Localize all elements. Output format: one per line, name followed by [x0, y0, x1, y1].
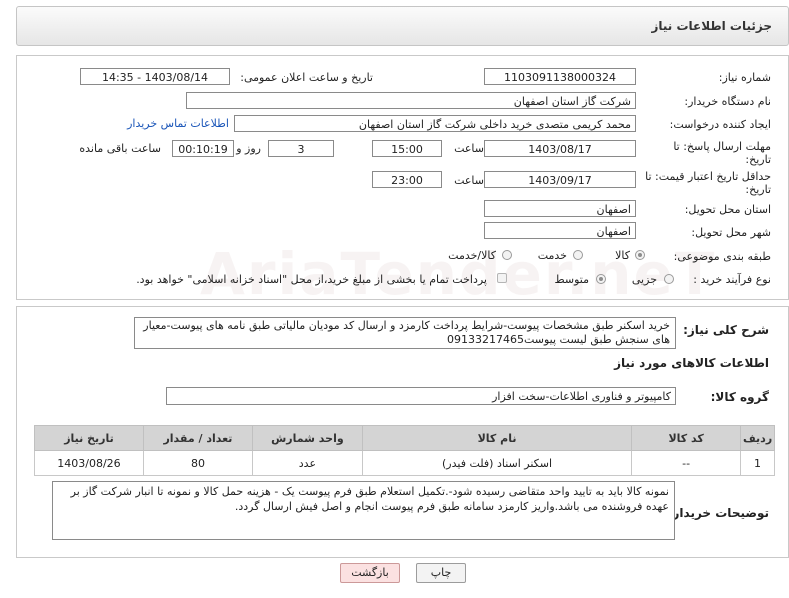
- announce-datetime-field: 1403/08/14 - 14:35: [80, 68, 230, 85]
- need-number-label: شماره نیاز:: [718, 71, 771, 84]
- reply-days-label: روز و: [236, 142, 261, 155]
- col-item-code: کد کالا: [631, 425, 742, 451]
- remaining-time-field: 00:10:19: [172, 140, 234, 157]
- buyer-notes-label: توضیحات خریدار:: [667, 506, 769, 520]
- requester-field: محمد کریمی متصدی خرید داخلی شرکت گاز است…: [234, 115, 636, 132]
- goods-table-header: ردیف کد کالا نام کالا واحد شمارش تعداد /…: [34, 425, 775, 451]
- category-option-goods: کالا: [615, 249, 630, 262]
- general-desc-label: شرح کلی نیاز:: [683, 323, 769, 337]
- purchase-type-radio-minor[interactable]: [664, 274, 674, 284]
- reply-time-label: ساعت: [454, 142, 484, 155]
- goods-info-title: اطلاعات کالاهای مورد نیاز: [614, 356, 769, 370]
- price-validity-label: حداقل تاریخ اعتبار قیمت: تا: [645, 170, 771, 183]
- col-row: ردیف: [740, 425, 775, 451]
- col-need-date: تاریخ نیاز: [34, 425, 144, 451]
- reply-time-field: 15:00: [372, 140, 442, 157]
- province-field: اصفهان: [484, 200, 636, 217]
- requester-label: ایجاد کننده درخواست:: [669, 118, 771, 131]
- reply-deadline-label-2: تاریخ:: [745, 153, 771, 166]
- cell-quantity: 80: [142, 450, 253, 476]
- purchase-type-option-minor: جزیی: [631, 273, 657, 286]
- price-validity-label-2: تاریخ:: [745, 183, 771, 196]
- province-label: استان محل تحویل:: [684, 203, 771, 216]
- general-desc-field: خرید اسکنر طبق مشخصات پیوست-شرایط پرداخت…: [134, 317, 676, 349]
- city-label: شهر محل تحویل:: [691, 226, 771, 239]
- cell-need-date: 1403/08/26: [34, 450, 144, 476]
- price-validity-date-field: 1403/09/17: [484, 171, 636, 188]
- reply-days-field: 3: [268, 140, 334, 157]
- purchase-type-radio-medium[interactable]: [596, 274, 606, 284]
- col-quantity: تعداد / مقدار: [142, 425, 253, 451]
- table-row: 1 -- اسکنر اسناد (فلت فیدر) عدد 80 1403/…: [34, 450, 775, 476]
- print-button[interactable]: چاپ: [416, 563, 466, 583]
- reply-date-field: 1403/08/17: [484, 140, 636, 157]
- buyer-notes-field: نمونه کالا باید به تایید واحد متقاضی رسی…: [52, 481, 675, 540]
- cell-item-name: اسکنر اسناد (فلت فیدر): [361, 450, 633, 476]
- goods-group-label: گروه کالا:: [710, 390, 769, 404]
- page-title: جزئیات اطلاعات نیاز: [651, 19, 772, 33]
- page-header: جزئیات اطلاعات نیاز: [16, 6, 789, 46]
- buyer-org-field: شرکت گاز استان اصفهان: [186, 92, 636, 109]
- purchase-type-label: نوع فرآیند خرید :: [693, 273, 771, 286]
- treasury-payment-note: پرداخت تمام یا بخشی از مبلغ خرید،از محل …: [136, 273, 487, 286]
- price-validity-time-label: ساعت: [454, 174, 484, 187]
- reply-deadline-label: مهلت ارسال پاسخ: تا: [673, 140, 771, 153]
- purchase-type-option-medium: متوسط: [554, 273, 589, 286]
- remaining-time-label: ساعت باقی مانده: [79, 142, 161, 155]
- category-option-service: خدمت: [537, 249, 567, 262]
- cell-row: 1: [740, 450, 775, 476]
- city-field: اصفهان: [484, 222, 636, 239]
- announce-datetime-label: تاریخ و ساعت اعلان عمومی:: [240, 71, 373, 84]
- col-item-name: نام کالا: [361, 425, 633, 451]
- buyer-org-label: نام دستگاه خریدار:: [684, 95, 771, 108]
- price-validity-time-field: 23:00: [372, 171, 442, 188]
- goods-group-field: کامپیوتر و فناوری اطلاعات-سخت افزار: [166, 387, 676, 405]
- category-label: طبقه بندی موضوعی:: [673, 250, 771, 263]
- treasury-payment-checkbox[interactable]: [497, 273, 507, 283]
- buyer-contact-link[interactable]: اطلاعات تماس خریدار: [127, 117, 229, 130]
- goods-table: ردیف کد کالا نام کالا واحد شمارش تعداد /…: [34, 425, 775, 476]
- category-radio-service[interactable]: [573, 250, 583, 260]
- cell-item-code: --: [631, 450, 742, 476]
- category-radio-goods-service[interactable]: [502, 250, 512, 260]
- category-option-goods-service: کالا/خدمت: [448, 249, 496, 262]
- category-radio-goods[interactable]: [635, 250, 645, 260]
- col-unit: واحد شمارش: [251, 425, 363, 451]
- back-button[interactable]: بازگشت: [340, 563, 400, 583]
- need-number-field: 1103091138000324: [484, 68, 636, 85]
- cell-unit: عدد: [251, 450, 363, 476]
